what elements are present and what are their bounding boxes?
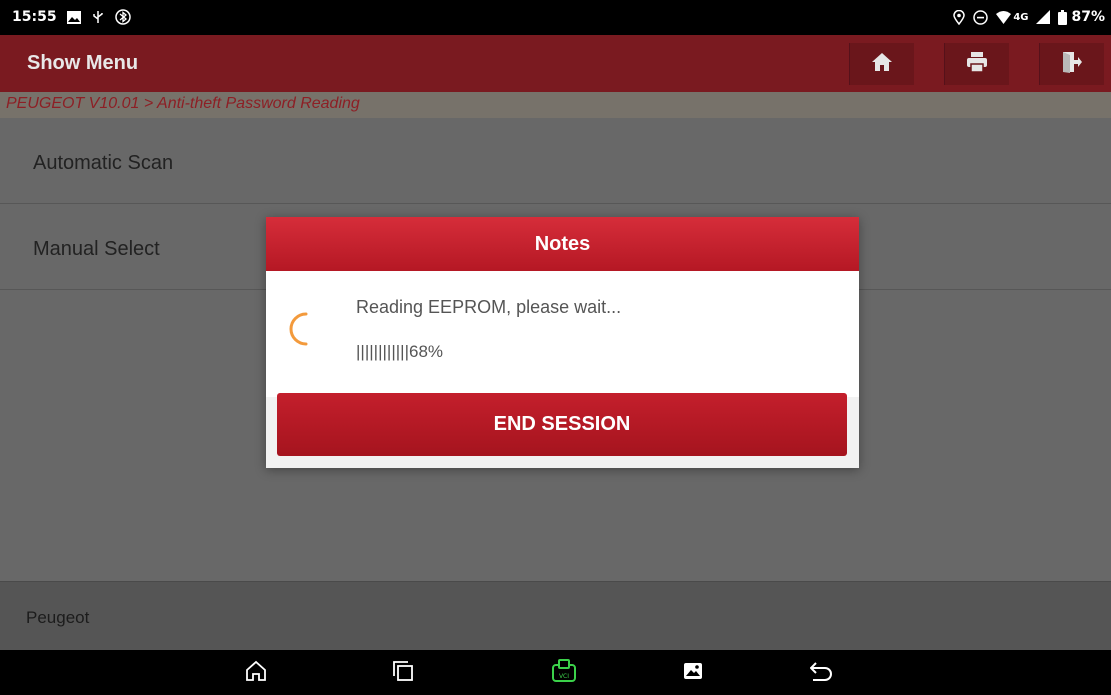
vci-icon: VCI bbox=[551, 658, 577, 688]
gallery-icon bbox=[683, 662, 703, 685]
print-icon bbox=[966, 51, 988, 78]
battery-icon bbox=[1058, 9, 1068, 25]
print-button[interactable] bbox=[944, 43, 1009, 85]
svg-text:VCI: VCI bbox=[559, 673, 569, 680]
footer-label: Peugeot bbox=[26, 608, 90, 627]
back-icon bbox=[809, 661, 832, 686]
menu-item-automatic-scan[interactable]: Automatic Scan bbox=[0, 119, 1111, 204]
dialog-message: Reading EEPROM, please wait... bbox=[356, 297, 622, 317]
battery-level: 87% bbox=[1071, 9, 1105, 25]
navigation-bar: VCI bbox=[0, 650, 1111, 695]
progress-text: ||||||||||||68% bbox=[356, 342, 444, 361]
app-header: Show Menu bbox=[0, 35, 1111, 93]
home-button[interactable] bbox=[849, 43, 914, 85]
dialog-body: Reading EEPROM, please wait... |||||||||… bbox=[266, 271, 859, 397]
wifi-icon bbox=[996, 10, 1012, 24]
status-bar: 15:55 4G 87% bbox=[0, 0, 1111, 35]
nav-gallery-button[interactable] bbox=[680, 660, 706, 686]
bluetooth-icon bbox=[114, 9, 131, 25]
recents-icon bbox=[393, 660, 413, 686]
notes-dialog: Notes Reading EEPROM, please wait... |||… bbox=[266, 217, 859, 468]
home-icon bbox=[871, 52, 893, 77]
nav-recents-button[interactable] bbox=[390, 660, 416, 686]
home-icon bbox=[245, 660, 267, 687]
image-icon bbox=[66, 10, 81, 24]
location-icon bbox=[953, 9, 966, 25]
dialog-title: Notes bbox=[266, 217, 859, 271]
nav-vci-button[interactable]: VCI bbox=[551, 658, 577, 688]
nav-home-button[interactable] bbox=[243, 660, 269, 686]
signal-icon bbox=[1036, 10, 1051, 24]
network-type: 4G bbox=[1013, 11, 1029, 23]
breadcrumb-text: PEUGEOT V10.01 > Anti-theft Password Rea… bbox=[6, 95, 360, 112]
footer-bar: Peugeot bbox=[0, 581, 1111, 651]
page-title: Show Menu bbox=[27, 52, 139, 74]
menu-item-label: Automatic Scan bbox=[33, 152, 174, 174]
loading-spinner-icon bbox=[288, 311, 316, 352]
do-not-disturb-icon bbox=[973, 9, 989, 25]
menu-item-label: Manual Select bbox=[33, 238, 160, 260]
usb-debug-icon bbox=[91, 10, 105, 24]
exit-icon bbox=[1062, 51, 1082, 78]
nav-back-button[interactable] bbox=[808, 660, 834, 686]
status-time: 15:55 bbox=[12, 9, 57, 25]
exit-button[interactable] bbox=[1039, 43, 1104, 85]
breadcrumb: PEUGEOT V10.01 > Anti-theft Password Rea… bbox=[0, 92, 1111, 118]
end-session-button[interactable]: END SESSION bbox=[277, 393, 847, 456]
